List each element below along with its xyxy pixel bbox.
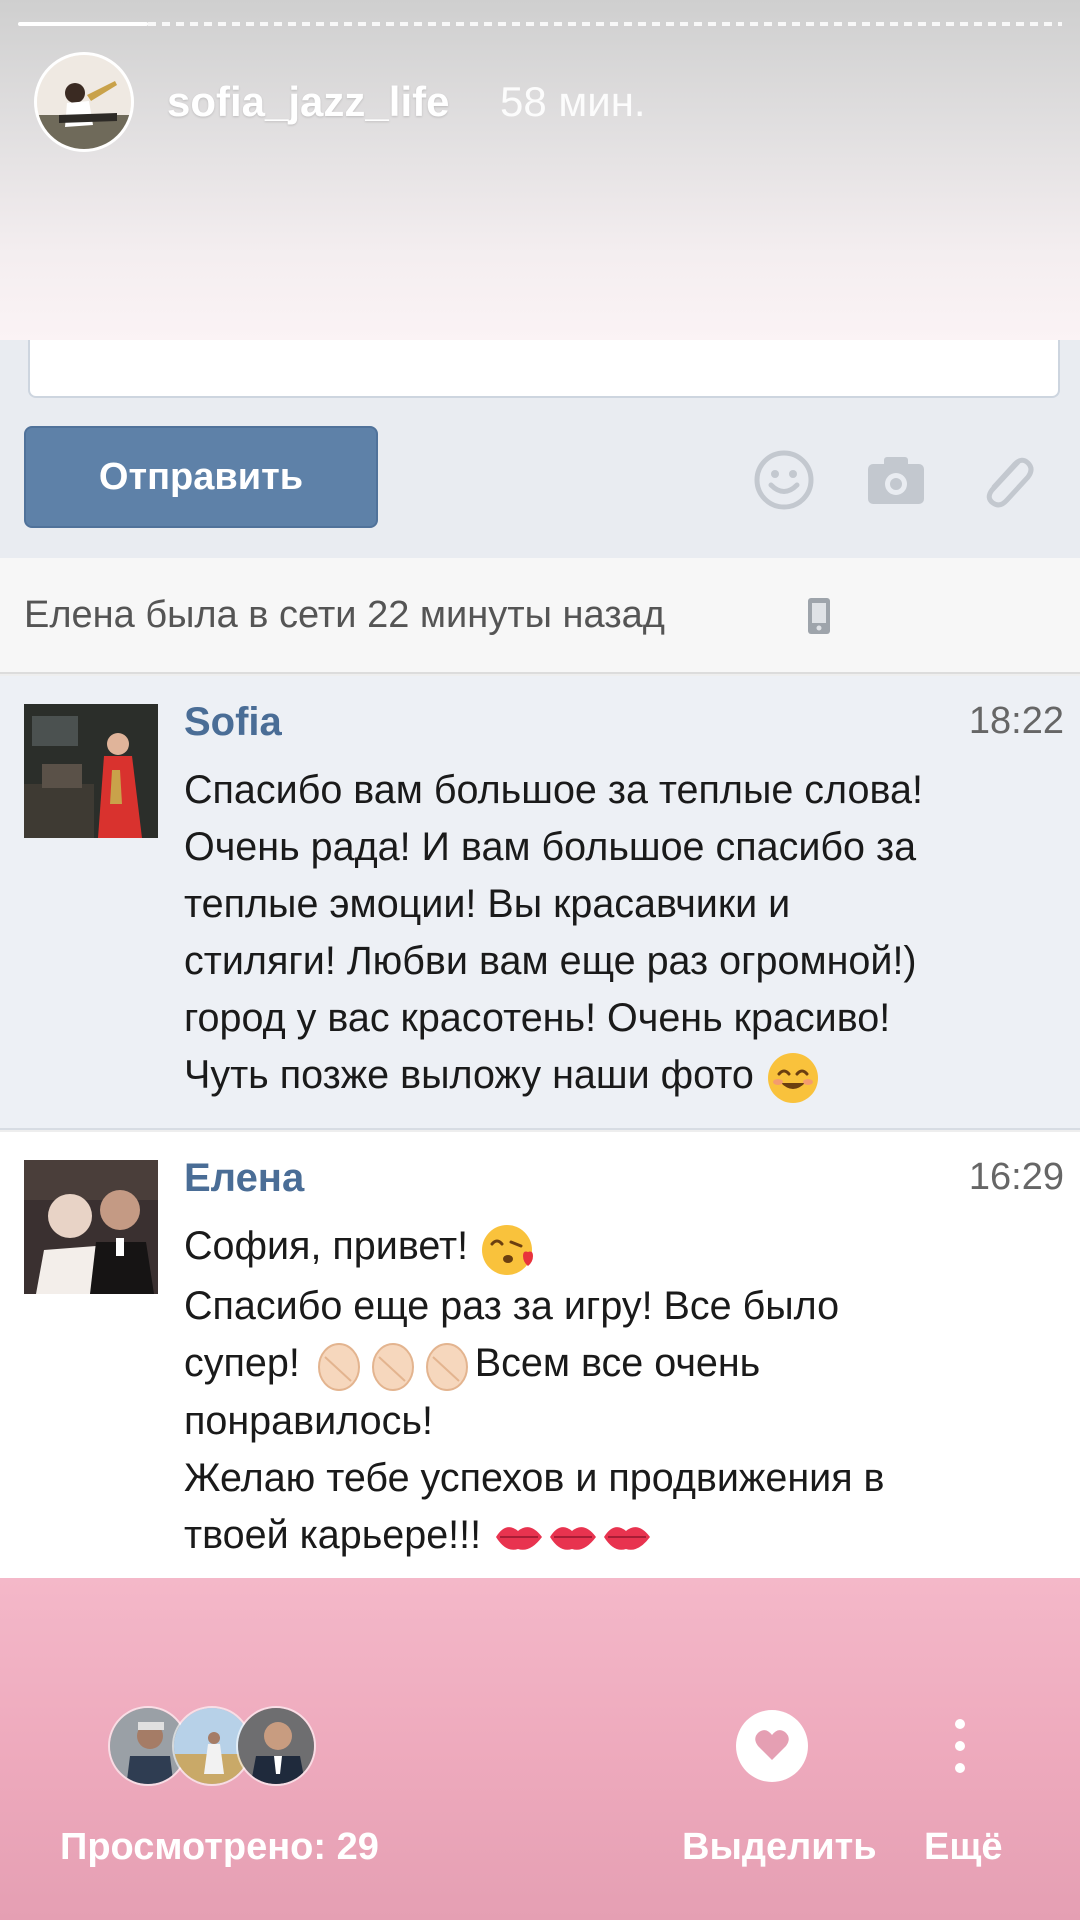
message-composer: Отправить bbox=[0, 340, 1080, 558]
author-avatar[interactable] bbox=[34, 52, 134, 152]
smile-icon[interactable] bbox=[752, 448, 816, 512]
message-line: Чуть позже выложу наши фото bbox=[184, 1053, 754, 1097]
more-options-icon[interactable] bbox=[940, 1706, 980, 1786]
message-time: 16:29 bbox=[968, 1156, 1064, 1198]
story-time-ago: 58 мин. bbox=[500, 78, 646, 125]
views-count[interactable]: Просмотрено: 29 bbox=[60, 1826, 379, 1869]
smiling-face-emoji-icon bbox=[767, 1052, 818, 1103]
message-line-with-emoji: твоей карьере!!! bbox=[184, 1507, 1064, 1564]
highlight-button[interactable] bbox=[736, 1710, 808, 1782]
message-line: понравилось! bbox=[184, 1399, 433, 1444]
message-input[interactable] bbox=[28, 340, 1060, 398]
message-time: 18:22 bbox=[968, 700, 1064, 742]
story-progress-bar bbox=[18, 22, 1062, 26]
message-author[interactable]: Елена bbox=[184, 1156, 304, 1201]
message-line: Очень рада! И вам большое спасибо за bbox=[184, 825, 917, 869]
message-text: Спасибо вам большое за теплые слова! Оче… bbox=[184, 762, 1064, 1106]
message-line-with-emoji: супер! Всем все очень bbox=[184, 1335, 1064, 1394]
message-line-with-emoji: София, привет! bbox=[184, 1218, 1064, 1278]
heart-icon bbox=[755, 1730, 789, 1760]
highlight-label[interactable]: Выделить bbox=[682, 1826, 877, 1869]
message-line: супер! bbox=[184, 1340, 300, 1385]
message-item: Sofia 18:22 Спасибо вам большое за теплы… bbox=[0, 676, 1080, 1130]
message-line: стиляги! Любви вам еще раз огромной!) bbox=[184, 939, 917, 983]
message-line: Спасибо еще раз за игру! Все было bbox=[184, 1283, 840, 1328]
message-line: София, привет! bbox=[184, 1224, 469, 1268]
message-line-with-emoji: Чуть позже выложу наши фото bbox=[184, 1047, 1064, 1106]
clapping-hands-emoji-icon bbox=[317, 1343, 468, 1392]
story-header: sofia_jazz_life 58 мин. bbox=[0, 0, 1080, 340]
message-item: Елена 16:29 София, привет! Спасибо еще р… bbox=[0, 1132, 1080, 1578]
message-line: Желаю тебе успехов и продвижения в bbox=[184, 1456, 885, 1501]
sender-avatar[interactable] bbox=[24, 704, 158, 838]
more-label[interactable]: Ещё bbox=[924, 1826, 1003, 1869]
message-line: Всем все очень bbox=[474, 1340, 761, 1385]
story-username[interactable]: sofia_jazz_life bbox=[167, 78, 449, 126]
send-button[interactable]: Отправить bbox=[24, 426, 378, 528]
camera-icon[interactable] bbox=[864, 448, 928, 512]
paperclip-icon[interactable] bbox=[974, 448, 1038, 512]
progress-segments-remaining bbox=[148, 22, 1062, 26]
kiss-mark-emoji-icon bbox=[496, 1526, 651, 1550]
message-line: теплые эмоции! Вы красавчики и bbox=[184, 882, 791, 926]
progress-segment-current bbox=[18, 22, 148, 26]
sender-avatar[interactable] bbox=[24, 1160, 158, 1294]
message-line: твоей карьере!!! bbox=[184, 1513, 482, 1558]
viewer-avatar[interactable] bbox=[236, 1706, 316, 1786]
mobile-phone-icon bbox=[808, 598, 830, 634]
message-line: Спасибо вам большое за теплые слова! bbox=[184, 768, 923, 812]
story-footer: Просмотрено: 29 Выделить Ещё bbox=[0, 1578, 1080, 1920]
message-line: город у вас красотень! Очень красиво! bbox=[184, 996, 891, 1040]
message-text: София, привет! Спасибо еще раз за игру! … bbox=[184, 1218, 1064, 1564]
kissing-face-emoji-icon bbox=[482, 1224, 534, 1275]
message-author[interactable]: Sofia bbox=[184, 700, 282, 745]
online-status-text: Елена была в сети 22 минуты назад bbox=[24, 594, 665, 636]
online-status-bar: Елена была в сети 22 минуты назад bbox=[0, 558, 1080, 674]
